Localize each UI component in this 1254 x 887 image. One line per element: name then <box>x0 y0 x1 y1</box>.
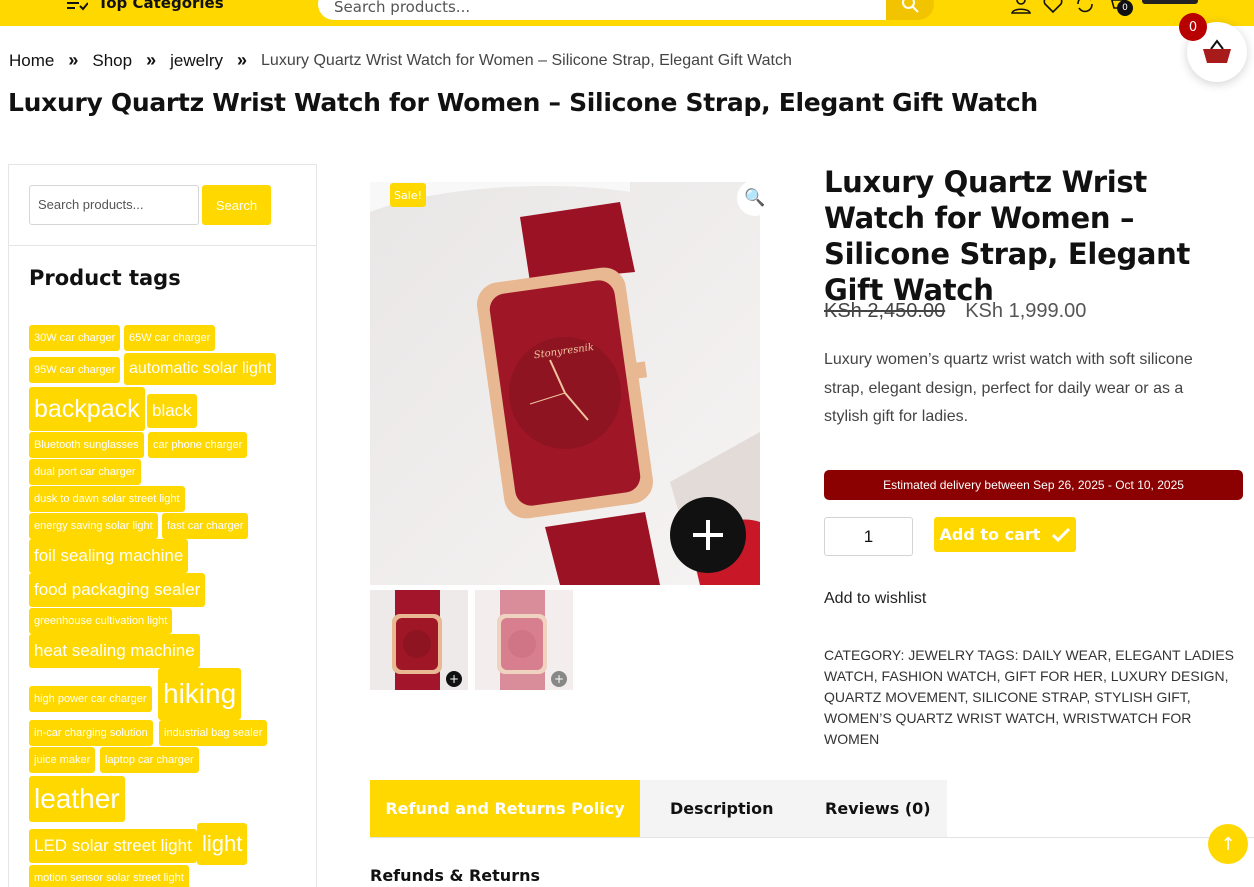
quantity-input[interactable]: 1 <box>824 517 913 556</box>
arrow-up-icon: ↑ <box>1220 833 1236 855</box>
product-tag[interactable]: dual port car charger <box>29 459 141 485</box>
sidebar-search-button[interactable]: Search <box>202 185 271 225</box>
product-tag[interactable]: hiking <box>158 668 242 720</box>
sale-price: KSh 1,999.00 <box>965 300 1087 322</box>
tabs-divider <box>370 837 1254 838</box>
product-tag[interactable]: car phone charger <box>148 432 248 458</box>
product-tag[interactable]: black <box>147 394 197 428</box>
thumbnail-plus-icon[interactable]: + <box>551 671 567 687</box>
add-to-cart-button[interactable]: Add to cart <box>934 517 1076 552</box>
heart-icon[interactable] <box>1042 0 1064 14</box>
header-tooltip <box>1142 0 1198 4</box>
breadcrumb-shop[interactable]: Shop <box>92 51 132 71</box>
list-check-icon <box>67 2 88 11</box>
product-tag[interactable]: dusk to dawn solar street light <box>29 486 185 512</box>
page-title: Luxury Quartz Wrist Watch for Women – Si… <box>8 88 1038 117</box>
breadcrumb-separator-icon: » <box>146 50 157 70</box>
product-tag[interactable]: heat sealing machine <box>29 634 200 668</box>
basket-icon <box>1203 39 1231 63</box>
header-search-input[interactable]: Search products... <box>318 0 886 20</box>
header-search-button[interactable] <box>886 0 934 20</box>
checkmark-icon <box>1052 527 1071 542</box>
product-tag[interactable]: greenhouse cultivation light <box>29 608 173 634</box>
product-tag[interactable]: in-car charging solution <box>29 720 153 746</box>
sale-badge: Sale! <box>390 183 426 207</box>
breadcrumb: Home » Shop » jewelry » Luxury Quartz Wr… <box>9 50 792 71</box>
product-tag[interactable]: light <box>197 823 248 865</box>
tab-reviews[interactable]: Reviews (0) <box>825 780 931 837</box>
top-categories-label: Top Categories <box>98 0 224 12</box>
product-tag[interactable]: energy saving solar light <box>29 513 158 539</box>
old-price: KSh 2,450.00 <box>824 300 946 322</box>
product-tag[interactable]: laptop car charger <box>100 747 199 773</box>
floating-cart-count: 0 <box>1179 13 1207 41</box>
product-tag[interactable]: automatic solar light <box>124 353 277 385</box>
product-tag[interactable]: 30W car charger <box>29 325 121 351</box>
breadcrumb-current: Luxury Quartz Wrist Watch for Women – Si… <box>261 51 792 69</box>
product-tag[interactable]: juice maker <box>29 747 96 773</box>
search-icon <box>902 0 919 13</box>
product-tags-title: Product tags <box>29 266 181 290</box>
plus-icon <box>693 520 723 550</box>
tab-refund-policy[interactable]: Refund and Returns Policy <box>370 780 640 837</box>
product-tag[interactable]: industrial bag sealer <box>159 720 268 746</box>
add-to-wishlist-link[interactable]: Add to wishlist <box>824 590 926 608</box>
sidebar-search-input[interactable]: Search products... <box>29 185 199 225</box>
breadcrumb-home[interactable]: Home <box>9 51 54 71</box>
estimated-delivery-banner: Estimated delivery between Sep 26, 2025 … <box>824 470 1243 500</box>
add-to-cart-label: Add to cart <box>939 525 1041 544</box>
user-icon[interactable] <box>1010 0 1032 14</box>
product-tag[interactable]: motion sensor solar street light <box>29 865 189 887</box>
product-tag[interactable]: 95W car charger <box>29 357 121 383</box>
expand-image-button[interactable] <box>670 497 746 573</box>
thumbnail-plus-icon[interactable]: + <box>446 671 462 687</box>
product-tag[interactable]: fast car charger <box>162 513 249 539</box>
product-tag[interactable]: Bluetooth sunglasses <box>29 432 144 458</box>
product-title: Luxury Quartz Wrist Watch for Women – Si… <box>824 165 1191 307</box>
tab-description[interactable]: Description <box>670 780 773 837</box>
product-tag[interactable]: foil sealing machine <box>29 539 189 573</box>
breadcrumb-category[interactable]: jewelry <box>170 51 223 71</box>
zoom-icon[interactable]: 🔍 <box>737 180 773 216</box>
product-tag[interactable]: leather <box>29 776 125 822</box>
product-tag[interactable]: backpack <box>29 387 145 431</box>
product-price: KSh 2,450.00 KSh 1,999.00 <box>824 300 1086 323</box>
compare-icon[interactable] <box>1074 0 1096 14</box>
product-tag[interactable]: food packaging sealer <box>29 573 206 607</box>
top-categories-menu[interactable]: Top Categories <box>66 0 224 12</box>
short-description: Luxury women’s quartz wrist watch with s… <box>824 351 1193 425</box>
product-tag[interactable]: high power car charger <box>29 686 152 712</box>
breadcrumb-separator-icon: » <box>237 50 248 70</box>
header-cart-count: 0 <box>1117 0 1133 16</box>
back-to-top-button[interactable]: ↑ <box>1208 824 1248 864</box>
product-tag[interactable]: LED solar street light <box>29 829 197 863</box>
refunds-heading: Refunds & Returns <box>370 866 540 885</box>
breadcrumb-separator-icon: » <box>68 50 79 70</box>
product-meta: Category: Jewelry Tags: Daily Wear, Eleg… <box>824 647 1235 747</box>
product-tag[interactable]: 65W car charger <box>124 325 216 351</box>
